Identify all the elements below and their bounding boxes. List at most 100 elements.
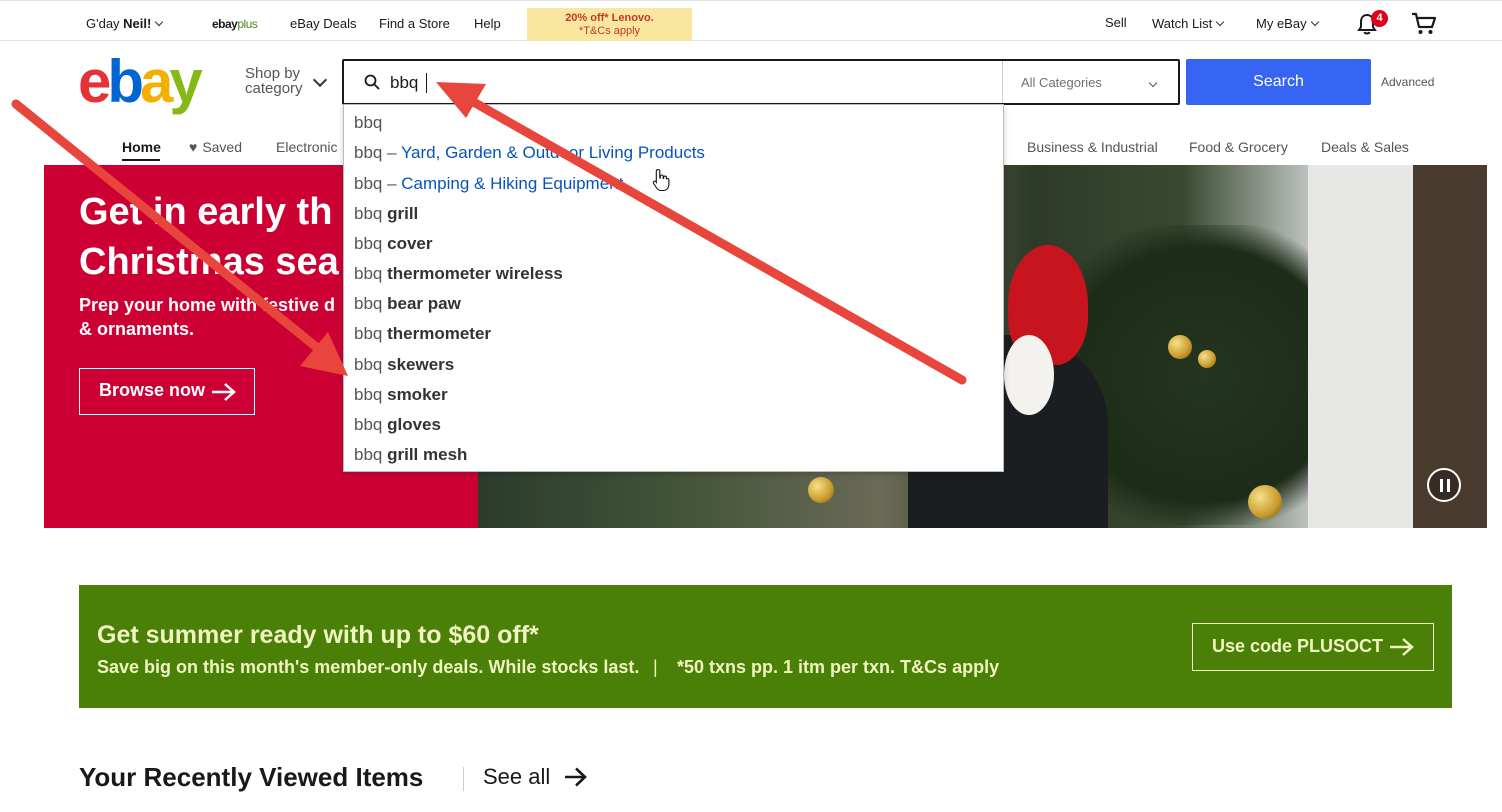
search-suggestions-dropdown: bbq bbq – Yard, Garden & Outdoor Living … — [343, 104, 1004, 472]
arrow-right-icon[interactable] — [563, 766, 589, 788]
suggestion-item[interactable]: bbq gloves — [354, 415, 441, 445]
find-store-link[interactable]: Find a Store — [379, 16, 450, 31]
recently-viewed-heading: Your Recently Viewed Items — [79, 762, 424, 792]
ebay-deals-link[interactable]: eBay Deals — [290, 16, 356, 31]
see-all-link[interactable]: See all — [483, 764, 550, 790]
lenovo-promo-banner[interactable]: 20% off* Lenovo. *T&Cs apply — [527, 8, 692, 41]
nav-saved[interactable]: ♥ Saved — [189, 139, 242, 155]
chevron-down-icon — [155, 17, 164, 27]
suggestion-item[interactable]: bbq cover — [354, 234, 432, 264]
my-ebay-menu[interactable]: My eBay — [1256, 16, 1319, 31]
help-link[interactable]: Help — [474, 16, 501, 31]
cart-icon[interactable] — [1411, 12, 1437, 36]
ornament-icon — [1248, 485, 1282, 519]
nav-business-industrial[interactable]: Business & Industrial — [1027, 139, 1158, 155]
ornament-icon — [1198, 350, 1216, 368]
use-code-button[interactable]: Use code PLUSOCT — [1192, 623, 1434, 671]
sell-link[interactable]: Sell — [1105, 15, 1127, 30]
suggestion-completion: cover — [387, 234, 433, 253]
text-caret — [426, 73, 427, 93]
logo-letter-e: e — [78, 48, 111, 115]
nav-saved-label: Saved — [202, 139, 243, 155]
suggestion-query: bbq — [354, 234, 383, 253]
notification-badge: 4 — [1371, 10, 1388, 27]
hero-image-hat-trim — [1004, 335, 1054, 415]
user-name: Neil! — [123, 16, 152, 31]
hero-image-wall — [1308, 165, 1418, 528]
suggestion-query: bbq — [354, 174, 383, 193]
suggestion-query: bbq — [354, 294, 383, 313]
arrow-right-icon — [1390, 638, 1414, 656]
suggestion-item[interactable]: bbq skewers — [354, 355, 454, 385]
ornament-icon — [808, 477, 834, 503]
suggestion-completion: thermometer wireless — [387, 264, 563, 283]
advanced-search-link[interactable]: Advanced — [1381, 75, 1434, 89]
use-code-label: Use code PLUSOCT — [1212, 636, 1384, 656]
search-button[interactable]: Search — [1186, 59, 1371, 105]
banner-subtitle: Save big on this month's member-only dea… — [97, 657, 640, 677]
suggestion-completion: skewers — [387, 355, 455, 374]
suggestion-query: bbq — [354, 143, 383, 162]
suggestion-query: bbq — [354, 415, 383, 434]
chevron-down-icon — [1310, 17, 1319, 27]
suggestion-completion: thermometer — [387, 324, 492, 343]
suggestion-item[interactable]: bbq bear paw — [354, 294, 461, 324]
search-input[interactable] — [390, 71, 790, 95]
heart-icon: ♥ — [189, 139, 198, 155]
promo-line-2: *T&Cs apply — [578, 25, 641, 37]
search-icon — [364, 74, 380, 90]
browse-now-label: Browse now — [99, 380, 206, 400]
suggestion-item[interactable]: bbq – Camping & Hiking Equipment — [354, 174, 623, 204]
nav-food-grocery[interactable]: Food & Grocery — [1189, 139, 1288, 155]
search-bar: All Categories — [342, 59, 1180, 105]
suggestion-item[interactable]: bbq grill mesh — [354, 445, 467, 475]
logo-letter-a: a — [140, 48, 173, 115]
category-select[interactable]: All Categories — [1002, 61, 1178, 103]
heading-divider — [463, 767, 464, 791]
suggestion-query: bbq — [354, 385, 383, 404]
ebay-plus-logo-b: plus — [237, 17, 258, 31]
browse-now-button[interactable]: Browse now — [79, 368, 255, 415]
logo-letter-y: y — [169, 48, 202, 115]
suggestion-dash: – — [382, 174, 402, 193]
ornament-icon — [1168, 335, 1192, 359]
suggestion-completion: grill — [387, 204, 419, 223]
ebay-logo[interactable]: ebay — [78, 52, 203, 112]
banner-title: Get summer ready with up to $60 off* — [97, 621, 539, 649]
suggestion-completion: smoker — [387, 385, 448, 404]
pause-button[interactable] — [1427, 468, 1461, 502]
suggestion-item[interactable]: bbq grill — [354, 204, 418, 234]
promo-line-1: 20% off* Lenovo. — [565, 12, 654, 24]
chevron-down-icon[interactable] — [312, 72, 328, 88]
shop-by-category-button[interactable]: Shop by category — [245, 66, 303, 96]
suggestion-query: bbq — [354, 113, 383, 132]
nav-deals-sales[interactable]: Deals & Sales — [1321, 139, 1409, 155]
logo-letter-b: b — [107, 48, 144, 115]
nav-active-indicator — [122, 159, 160, 161]
suggestion-item[interactable]: bbq smoker — [354, 385, 448, 415]
shop-by-line-2: category — [245, 80, 303, 97]
greeting-text: G'day — [86, 16, 124, 31]
nav-electronics[interactable]: Electronic — [276, 139, 337, 155]
suggestion-completion: grill mesh — [387, 445, 468, 464]
suggestion-query: bbq — [354, 264, 383, 283]
suggestion-query: bbq — [354, 355, 383, 374]
watch-list-menu[interactable]: Watch List — [1152, 16, 1225, 31]
banner-terms: *50 txns pp. 1 itm per txn. T&Cs apply — [677, 657, 1000, 677]
banner-separator: | — [653, 657, 658, 677]
suggestion-category: Yard, Garden & Outdoor Living Products — [400, 143, 705, 162]
top-utility-bar: G'day Neil! ebayplus eBay Deals Find a S… — [0, 0, 1502, 41]
suggestion-item[interactable]: bbq — [354, 113, 382, 143]
suggestion-item[interactable]: bbq thermometer wireless — [354, 264, 563, 294]
greeting-menu[interactable]: G'day Neil! — [86, 16, 164, 31]
nav-home[interactable]: Home — [122, 139, 161, 155]
suggestion-query: bbq — [354, 445, 383, 464]
shop-by-line-1: Shop by — [245, 65, 301, 82]
suggestion-item[interactable]: bbq thermometer — [354, 324, 491, 354]
suggestion-dash: – — [382, 143, 401, 162]
suggestion-category: Camping & Hiking Equipment — [401, 174, 624, 193]
ebay-plus-logo-a: ebay — [212, 17, 238, 31]
my-ebay-label: My eBay — [1256, 16, 1307, 31]
ebay-plus-link[interactable]: ebayplus — [212, 17, 258, 31]
suggestion-query: bbq — [354, 324, 383, 343]
